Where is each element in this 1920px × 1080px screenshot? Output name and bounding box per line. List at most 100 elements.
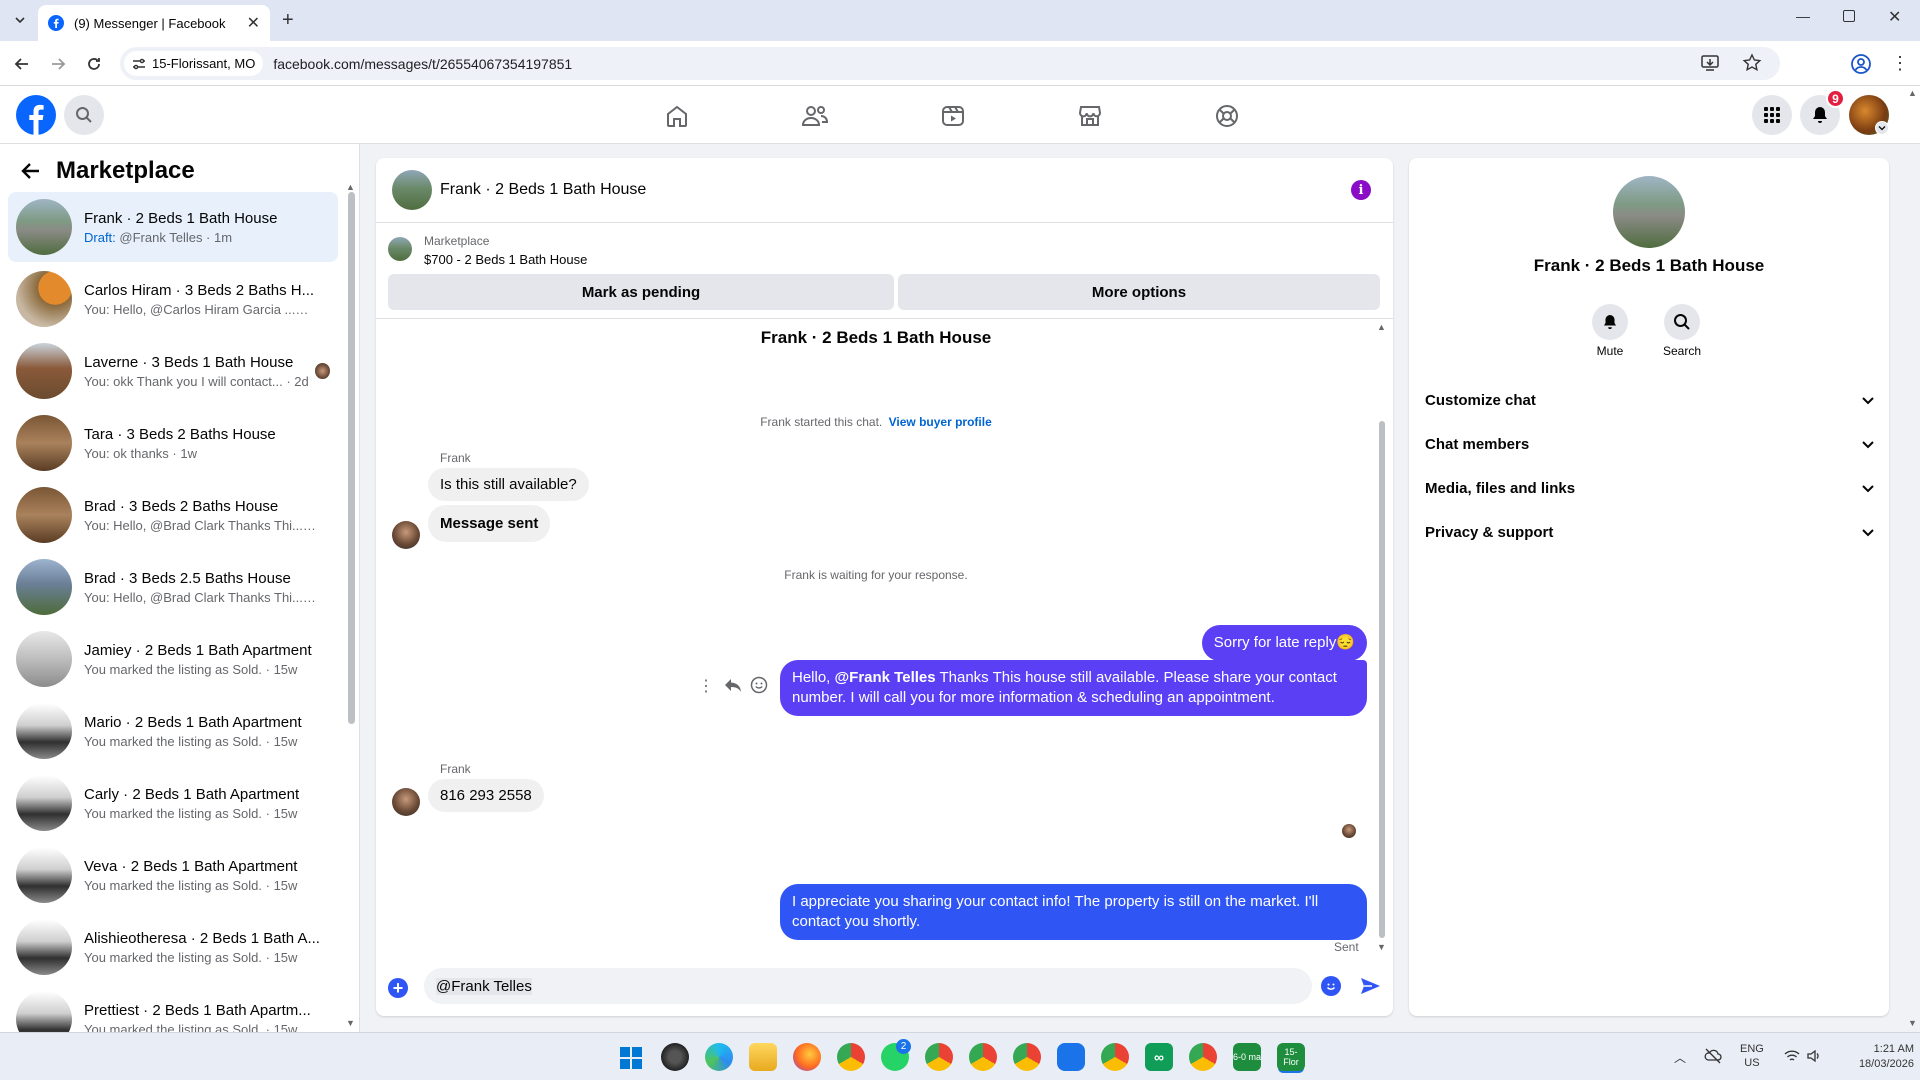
sender-avatar[interactable]: [392, 521, 420, 549]
wifi-icon[interactable]: [1784, 1049, 1800, 1063]
conversation-item[interactable]: Alishieotheresa · 2 Beds 1 Bath A... You …: [8, 912, 338, 982]
snippet-text: You marked the listing as Sold. · 15w: [84, 733, 298, 749]
page-scroll-down-icon[interactable]: ▼: [1908, 1018, 1917, 1028]
message-more-icon[interactable]: ⋮: [698, 676, 714, 696]
details-listing-avatar[interactable]: [1613, 176, 1685, 248]
chrome-profile-icon[interactable]: [1101, 1043, 1129, 1071]
nav-marketplace[interactable]: [1073, 99, 1107, 133]
nav-home[interactable]: [660, 99, 694, 133]
conversation-item[interactable]: Jamiey · 2 Beds 1 Bath Apartment You mark…: [8, 624, 338, 694]
nav-gaming[interactable]: [1210, 99, 1244, 133]
goodreads-icon[interactable]: ∞: [1145, 1043, 1173, 1071]
message-composer-input[interactable]: @Frank Telles: [424, 968, 1312, 1004]
chat-listing-avatar[interactable]: [392, 170, 432, 210]
message-outgoing[interactable]: Hello, @Frank Telles Thanks This house s…: [780, 660, 1367, 716]
chat-scrollbar-thumb[interactable]: [1379, 421, 1385, 938]
privacy-support-section[interactable]: Privacy & support: [1425, 512, 1875, 552]
conversation-item[interactable]: Tara · 3 Beds 2 Baths House You: ok thank…: [8, 408, 338, 478]
chrome-icon[interactable]: [837, 1043, 865, 1071]
reload-icon[interactable]: [84, 54, 104, 74]
forward-icon[interactable]: [48, 54, 68, 74]
app-icon[interactable]: [1057, 1043, 1085, 1071]
conversation-item[interactable]: Brad · 3 Beds 2.5 Baths House You: Hello,…: [8, 552, 338, 622]
chrome-profile-icon[interactable]: [1189, 1043, 1217, 1071]
scroll-up-icon[interactable]: ▲: [346, 182, 355, 192]
conversation-item[interactable]: Prettiest · 2 Beds 1 Bath Apartm... You m…: [8, 984, 338, 1032]
sidebar-scrollbar[interactable]: [348, 192, 355, 724]
volume-icon[interactable]: [1806, 1049, 1822, 1063]
message-incoming[interactable]: Message sent: [428, 505, 551, 542]
sheets-app-icon-active[interactable]: 15-Flor: [1277, 1043, 1305, 1071]
sender-avatar[interactable]: [392, 788, 420, 816]
language-indicator[interactable]: ENG US: [1740, 1042, 1764, 1070]
chrome-profile-icon[interactable]: [969, 1043, 997, 1071]
tab-close-icon[interactable]: ✕: [247, 13, 260, 33]
mark-as-pending-button[interactable]: Mark as pending: [388, 274, 894, 310]
page-scroll-up-icon[interactable]: ▲: [1908, 88, 1917, 98]
obs-app-icon[interactable]: [661, 1043, 689, 1071]
message-outgoing[interactable]: Sorry for late reply😔: [1201, 625, 1367, 661]
restore-icon[interactable]: [1843, 10, 1855, 22]
onedrive-offline-icon[interactable]: [1704, 1048, 1722, 1064]
send-icon[interactable]: [1359, 975, 1381, 997]
back-arrow-icon[interactable]: [20, 160, 42, 182]
minimize-icon[interactable]: —: [1796, 8, 1810, 24]
nav-video[interactable]: [936, 99, 970, 133]
message-outgoing[interactable]: I appreciate you sharing your contact in…: [780, 884, 1367, 940]
reply-icon[interactable]: [724, 677, 742, 693]
chrome-profile-icon[interactable]: [1013, 1043, 1041, 1071]
site-info-chip[interactable]: 15-Florissant, MO: [124, 51, 264, 76]
conversation-item[interactable]: Veva · 2 Beds 1 Bath Apartment You marked…: [8, 840, 338, 910]
browser-menu-icon[interactable]: ⋮: [1891, 53, 1909, 73]
conversation-item[interactable]: Brad · 3 Beds 2 Baths House You: Hello, @…: [8, 480, 338, 550]
listing-thumbnail[interactable]: [388, 237, 412, 261]
conversation-info-icon[interactable]: i: [1351, 180, 1371, 200]
customize-chat-section[interactable]: Customize chat: [1425, 380, 1875, 420]
mute-button[interactable]: [1592, 304, 1628, 340]
menu-button[interactable]: [1752, 95, 1792, 135]
react-emoji-icon[interactable]: [750, 676, 768, 694]
profile-icon[interactable]: [1850, 53, 1872, 75]
search-in-conversation-button[interactable]: [1664, 304, 1700, 340]
nav-friends[interactable]: [798, 99, 832, 133]
edge-browser-icon[interactable]: [705, 1043, 733, 1071]
firefox-icon[interactable]: [793, 1043, 821, 1071]
language-code: ENG: [1740, 1043, 1764, 1055]
scroll-down-icon[interactable]: ▼: [346, 1018, 355, 1028]
windows-start-icon[interactable]: [619, 1046, 643, 1070]
new-tab-icon[interactable]: +: [282, 9, 294, 32]
facebook-logo[interactable]: [16, 95, 56, 135]
address-bar[interactable]: 15-Florissant, MO facebook.com/messages/…: [120, 47, 1780, 80]
conversation-item[interactable]: Mario · 2 Beds 1 Bath Apartment You marke…: [8, 696, 338, 766]
message-incoming[interactable]: Is this still available?: [428, 468, 589, 501]
conversation-item[interactable]: Laverne · 3 Beds 1 Bath House You: okk Th…: [8, 336, 338, 406]
conversation-item[interactable]: Carlos Hiram · 3 Beds 2 Baths H... You: H…: [8, 264, 338, 334]
view-buyer-profile-link[interactable]: View buyer profile: [889, 415, 992, 429]
sheets-app-icon[interactable]: 6-0 ma: [1233, 1043, 1261, 1071]
file-explorer-icon[interactable]: [749, 1043, 777, 1071]
tray-overflow-icon[interactable]: ︿: [1674, 1049, 1686, 1066]
listing-title[interactable]: $700 - 2 Beds 1 Bath House: [424, 252, 587, 267]
emoji-picker-icon[interactable]: [1321, 976, 1341, 996]
mention-tag[interactable]: @Frank Telles: [835, 669, 936, 686]
conversation-item[interactable]: Frank · 2 Beds 1 Bath House Draft: @Frank…: [8, 192, 338, 262]
chat-header-title[interactable]: Frank · 2 Beds 1 Bath House: [440, 181, 646, 199]
tab-search-chevron-icon[interactable]: [10, 10, 30, 30]
facebook-search-button[interactable]: [64, 95, 104, 135]
back-icon[interactable]: [12, 54, 32, 74]
conversation-item[interactable]: Carly · 2 Beds 1 Bath Apartment You marke…: [8, 768, 338, 838]
media-files-links-section[interactable]: Media, files and links: [1425, 468, 1875, 508]
clock[interactable]: 1:21 AM 18/03/2026: [1834, 1042, 1914, 1072]
browser-tab-messenger[interactable]: (9) Messenger | Facebook ✕: [38, 5, 270, 41]
bookmark-star-icon[interactable]: [1742, 53, 1762, 73]
chat-scroll-up-icon[interactable]: ▲: [1377, 322, 1386, 332]
close-window-icon[interactable]: ✕: [1888, 7, 1901, 27]
message-incoming[interactable]: 816 293 2558: [428, 779, 544, 812]
chat-scroll-down-icon[interactable]: ▼: [1377, 942, 1386, 952]
chat-members-section[interactable]: Chat members: [1425, 424, 1875, 464]
account-chevron-icon[interactable]: [1875, 121, 1889, 135]
install-app-icon[interactable]: [1700, 53, 1720, 73]
chrome-profile-icon[interactable]: [925, 1043, 953, 1071]
more-options-button[interactable]: More options: [898, 274, 1380, 310]
add-attachment-icon[interactable]: +: [388, 978, 408, 998]
